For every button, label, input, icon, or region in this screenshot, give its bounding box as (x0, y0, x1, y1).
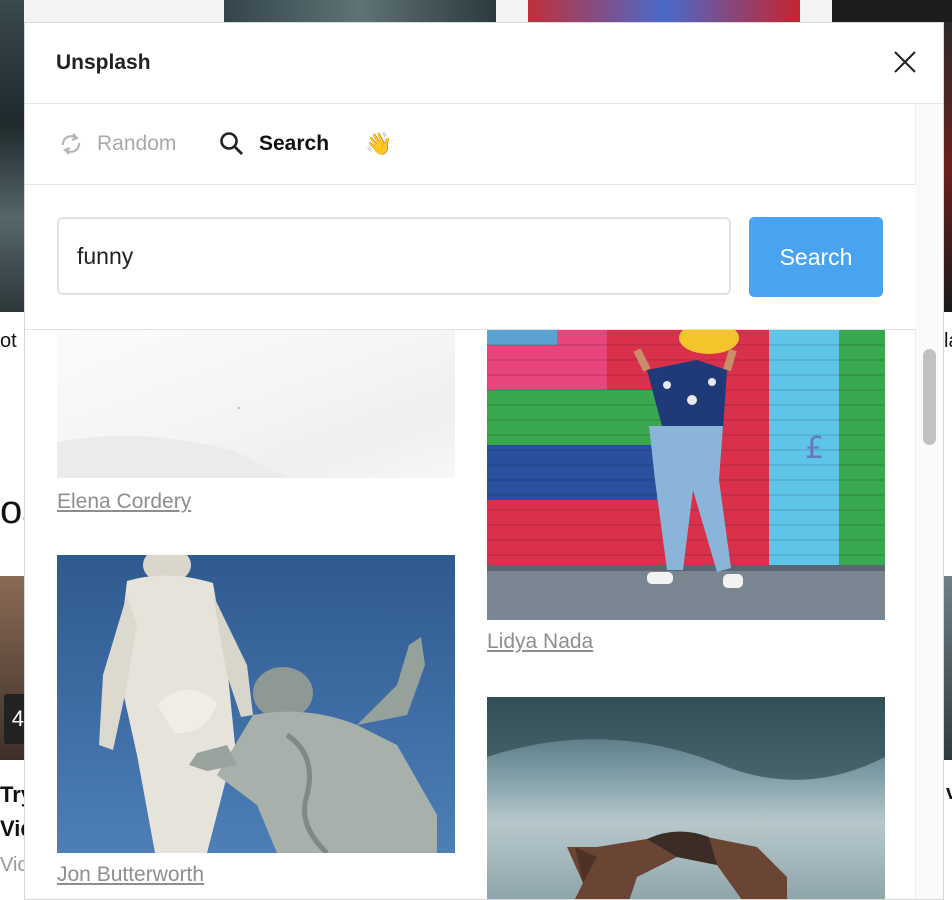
background-thumbnail (832, 0, 952, 22)
background-thumbnail (224, 0, 496, 22)
modal-header: Unsplash (25, 23, 943, 104)
background-thumbnail (528, 0, 800, 22)
refresh-icon (59, 129, 83, 159)
waving-hand-icon: 👋 (365, 131, 393, 156)
background-thumbnail (0, 0, 24, 312)
close-icon (894, 51, 916, 73)
author-link[interactable]: Jon Butterworth (57, 863, 204, 887)
background-badge: 4 (4, 694, 24, 744)
search-form: Search (25, 185, 916, 330)
unsplash-modal: Unsplash Random Search 👋 funny Search El… (24, 22, 944, 900)
tab-random[interactable]: Random (59, 104, 176, 184)
modal-title: Unsplash (56, 51, 151, 74)
tab-waving-hand[interactable]: 👋 (365, 104, 392, 184)
background-text: v (946, 782, 952, 804)
tab-random-label: Random (97, 132, 177, 155)
search-icon (219, 131, 245, 157)
tab-search[interactable]: Search (219, 104, 329, 184)
scrollbar-thumb[interactable] (923, 349, 936, 445)
result-photo[interactable] (57, 555, 455, 853)
author-link[interactable]: Elena Cordery (57, 490, 191, 514)
close-button[interactable] (893, 50, 917, 74)
search-results: Elena Cordery £ Lidya Nada Jon Butterwor… (25, 330, 916, 899)
results-scrollbar[interactable] (915, 104, 943, 899)
tab-search-label: Search (259, 132, 330, 155)
result-photo[interactable] (487, 697, 885, 899)
result-photo[interactable] (57, 330, 455, 478)
background-thumbnail (944, 22, 952, 312)
author-link[interactable]: Lidya Nada (487, 630, 593, 654)
result-photo[interactable]: £ (487, 330, 885, 620)
search-input[interactable] (57, 217, 731, 295)
background-text: la (944, 330, 952, 352)
search-button[interactable]: Search (749, 217, 883, 297)
result-card: Elena Cordery (57, 330, 455, 513)
result-card: Jon Butterworth (57, 555, 455, 886)
background-text: ot (0, 330, 17, 352)
background-thumbnail (944, 576, 952, 760)
result-card (487, 697, 885, 899)
svg-text:£: £ (805, 431, 824, 466)
result-card: £ Lidya Nada (487, 330, 885, 653)
tab-bar: Random Search 👋 (25, 104, 916, 185)
